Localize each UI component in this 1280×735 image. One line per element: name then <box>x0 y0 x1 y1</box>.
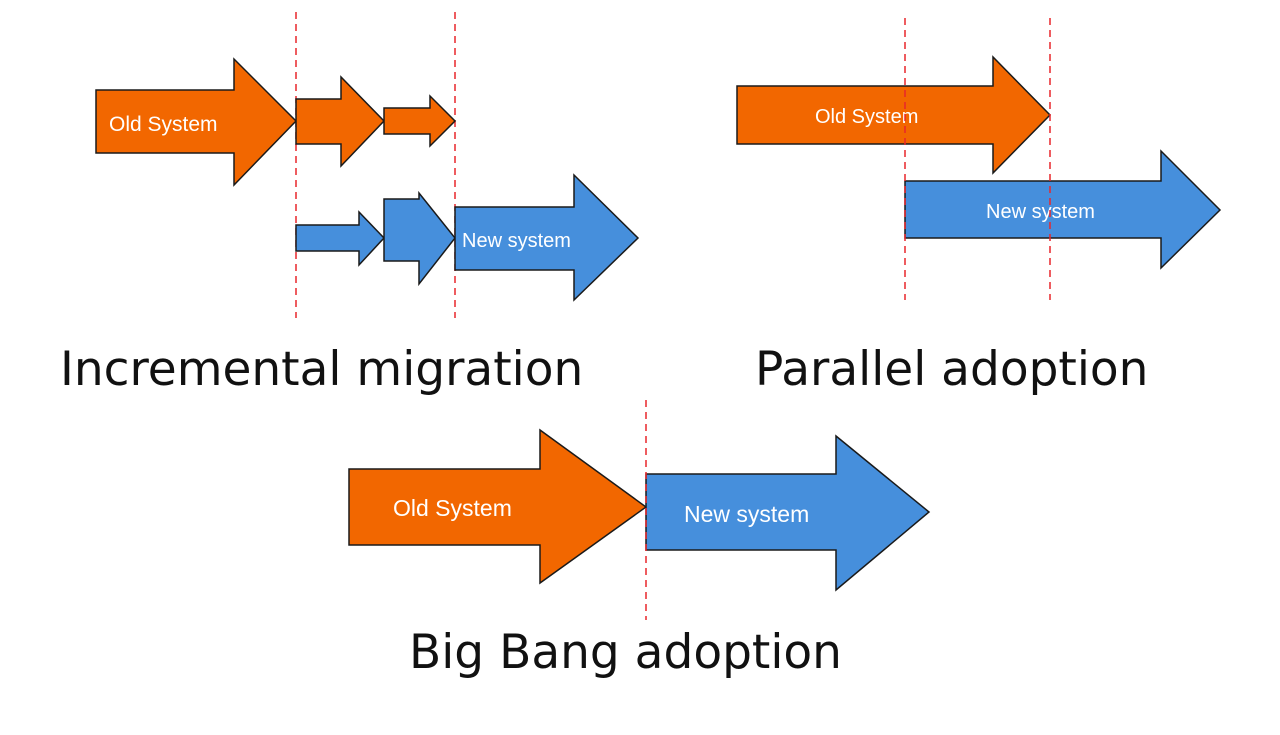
parallel-adoption-diagram: Old System New system Parallel adoption <box>736 18 1222 397</box>
new-system-arrow-small <box>295 210 386 267</box>
old-system-arrow-medium <box>295 75 386 168</box>
new-system-label: New system <box>462 230 571 252</box>
old-system-label: Old System <box>393 495 512 521</box>
big-bang-adoption-caption: Big Bang adoption <box>409 625 842 680</box>
new-system-label: New system <box>986 201 1095 223</box>
migration-strategies-diagram: Old System New system Incremental migrat… <box>60 12 1222 680</box>
old-system-label: Old System <box>109 113 218 136</box>
new-system-label: New system <box>684 501 809 527</box>
parallel-adoption-caption: Parallel adoption <box>755 342 1148 397</box>
new-system-arrow-medium <box>383 190 456 287</box>
incremental-migration-diagram: Old System New system Incremental migrat… <box>60 12 640 397</box>
big-bang-adoption-diagram: Old System New system Big Bang adoption <box>348 400 931 680</box>
incremental-migration-caption: Incremental migration <box>60 342 583 397</box>
old-system-arrow-small <box>383 94 457 148</box>
old-system-label: Old System <box>815 106 918 128</box>
